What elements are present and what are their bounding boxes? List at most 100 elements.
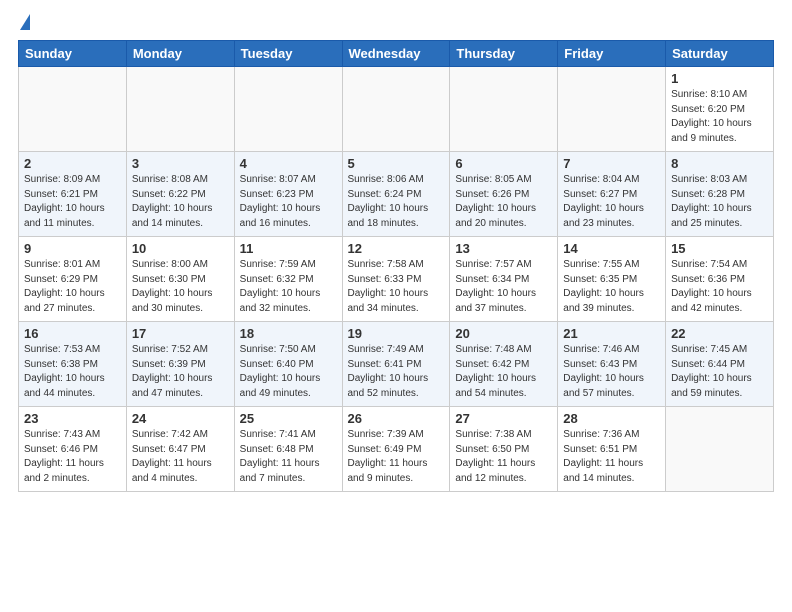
- day-info: Sunrise: 7:38 AM Sunset: 6:50 PM Dayligh…: [455, 428, 552, 486]
- header: [18, 18, 774, 30]
- calendar-cell: 15 Sunrise: 7:54 AM Sunset: 6:36 PM Dayli…: [666, 237, 774, 322]
- day-number: 9: [24, 241, 121, 256]
- calendar-week-row: 2 Sunrise: 8:09 AM Sunset: 6:21 PM Daylig…: [19, 152, 774, 237]
- calendar-cell: 4 Sunrise: 8:07 AM Sunset: 6:23 PM Daylig…: [234, 152, 342, 237]
- day-info: Sunrise: 8:01 AM Sunset: 6:29 PM Dayligh…: [24, 258, 121, 316]
- calendar-cell: [558, 67, 666, 152]
- day-number: 10: [132, 241, 229, 256]
- day-number: 6: [455, 156, 552, 171]
- day-info: Sunrise: 7:54 AM Sunset: 6:36 PM Dayligh…: [671, 258, 768, 316]
- calendar-header-row: SundayMondayTuesdayWednesdayThursdayFrid…: [19, 41, 774, 67]
- calendar-cell: 17 Sunrise: 7:52 AM Sunset: 6:39 PM Dayli…: [126, 322, 234, 407]
- calendar-cell: 21 Sunrise: 7:46 AM Sunset: 6:43 PM Dayli…: [558, 322, 666, 407]
- calendar-week-row: 23 Sunrise: 7:43 AM Sunset: 6:46 PM Dayli…: [19, 407, 774, 492]
- day-info: Sunrise: 7:58 AM Sunset: 6:33 PM Dayligh…: [348, 258, 445, 316]
- calendar-cell: [342, 67, 450, 152]
- calendar-cell: 5 Sunrise: 8:06 AM Sunset: 6:24 PM Daylig…: [342, 152, 450, 237]
- day-number: 26: [348, 411, 445, 426]
- day-number: 8: [671, 156, 768, 171]
- calendar-header-monday: Monday: [126, 41, 234, 67]
- day-info: Sunrise: 7:49 AM Sunset: 6:41 PM Dayligh…: [348, 343, 445, 401]
- day-number: 19: [348, 326, 445, 341]
- calendar-cell: 9 Sunrise: 8:01 AM Sunset: 6:29 PM Daylig…: [19, 237, 127, 322]
- logo: [18, 18, 30, 30]
- day-info: Sunrise: 7:46 AM Sunset: 6:43 PM Dayligh…: [563, 343, 660, 401]
- calendar-header-wednesday: Wednesday: [342, 41, 450, 67]
- day-info: Sunrise: 7:59 AM Sunset: 6:32 PM Dayligh…: [240, 258, 337, 316]
- day-number: 18: [240, 326, 337, 341]
- day-number: 2: [24, 156, 121, 171]
- calendar-cell: 6 Sunrise: 8:05 AM Sunset: 6:26 PM Daylig…: [450, 152, 558, 237]
- calendar-week-row: 1 Sunrise: 8:10 AM Sunset: 6:20 PM Daylig…: [19, 67, 774, 152]
- day-info: Sunrise: 7:57 AM Sunset: 6:34 PM Dayligh…: [455, 258, 552, 316]
- day-info: Sunrise: 7:50 AM Sunset: 6:40 PM Dayligh…: [240, 343, 337, 401]
- calendar-cell: [234, 67, 342, 152]
- day-info: Sunrise: 8:03 AM Sunset: 6:28 PM Dayligh…: [671, 173, 768, 231]
- calendar-header-tuesday: Tuesday: [234, 41, 342, 67]
- day-number: 23: [24, 411, 121, 426]
- calendar-cell: 12 Sunrise: 7:58 AM Sunset: 6:33 PM Dayli…: [342, 237, 450, 322]
- calendar-cell: 28 Sunrise: 7:36 AM Sunset: 6:51 PM Dayli…: [558, 407, 666, 492]
- calendar-header-thursday: Thursday: [450, 41, 558, 67]
- day-number: 16: [24, 326, 121, 341]
- calendar-cell: 16 Sunrise: 7:53 AM Sunset: 6:38 PM Dayli…: [19, 322, 127, 407]
- day-info: Sunrise: 7:55 AM Sunset: 6:35 PM Dayligh…: [563, 258, 660, 316]
- day-info: Sunrise: 8:05 AM Sunset: 6:26 PM Dayligh…: [455, 173, 552, 231]
- day-number: 1: [671, 71, 768, 86]
- day-number: 15: [671, 241, 768, 256]
- day-info: Sunrise: 7:43 AM Sunset: 6:46 PM Dayligh…: [24, 428, 121, 486]
- calendar-cell: 27 Sunrise: 7:38 AM Sunset: 6:50 PM Dayli…: [450, 407, 558, 492]
- day-info: Sunrise: 7:41 AM Sunset: 6:48 PM Dayligh…: [240, 428, 337, 486]
- calendar-cell: 25 Sunrise: 7:41 AM Sunset: 6:48 PM Dayli…: [234, 407, 342, 492]
- day-number: 27: [455, 411, 552, 426]
- day-number: 22: [671, 326, 768, 341]
- day-number: 21: [563, 326, 660, 341]
- calendar-cell: 8 Sunrise: 8:03 AM Sunset: 6:28 PM Daylig…: [666, 152, 774, 237]
- day-info: Sunrise: 7:45 AM Sunset: 6:44 PM Dayligh…: [671, 343, 768, 401]
- calendar-cell: 7 Sunrise: 8:04 AM Sunset: 6:27 PM Daylig…: [558, 152, 666, 237]
- day-info: Sunrise: 8:10 AM Sunset: 6:20 PM Dayligh…: [671, 88, 768, 146]
- calendar-week-row: 9 Sunrise: 8:01 AM Sunset: 6:29 PM Daylig…: [19, 237, 774, 322]
- day-number: 17: [132, 326, 229, 341]
- day-info: Sunrise: 7:36 AM Sunset: 6:51 PM Dayligh…: [563, 428, 660, 486]
- calendar-cell: 11 Sunrise: 7:59 AM Sunset: 6:32 PM Dayli…: [234, 237, 342, 322]
- day-number: 12: [348, 241, 445, 256]
- day-number: 5: [348, 156, 445, 171]
- calendar-cell: 20 Sunrise: 7:48 AM Sunset: 6:42 PM Dayli…: [450, 322, 558, 407]
- day-info: Sunrise: 8:07 AM Sunset: 6:23 PM Dayligh…: [240, 173, 337, 231]
- calendar-cell: 23 Sunrise: 7:43 AM Sunset: 6:46 PM Dayli…: [19, 407, 127, 492]
- logo-triangle-icon: [20, 14, 30, 30]
- calendar-cell: 22 Sunrise: 7:45 AM Sunset: 6:44 PM Dayli…: [666, 322, 774, 407]
- day-number: 3: [132, 156, 229, 171]
- calendar-cell: 19 Sunrise: 7:49 AM Sunset: 6:41 PM Dayli…: [342, 322, 450, 407]
- calendar-cell: [450, 67, 558, 152]
- calendar-header-sunday: Sunday: [19, 41, 127, 67]
- calendar-cell: 13Sunrise: 7:57 AM Sunset: 6:34 PM Dayli…: [450, 237, 558, 322]
- day-number: 4: [240, 156, 337, 171]
- day-info: Sunrise: 8:06 AM Sunset: 6:24 PM Dayligh…: [348, 173, 445, 231]
- day-number: 24: [132, 411, 229, 426]
- day-info: Sunrise: 7:42 AM Sunset: 6:47 PM Dayligh…: [132, 428, 229, 486]
- day-number: 20: [455, 326, 552, 341]
- calendar-cell: 18 Sunrise: 7:50 AM Sunset: 6:40 PM Dayli…: [234, 322, 342, 407]
- calendar: SundayMondayTuesdayWednesdayThursdayFrid…: [18, 40, 774, 492]
- calendar-cell: 1 Sunrise: 8:10 AM Sunset: 6:20 PM Daylig…: [666, 67, 774, 152]
- day-info: Sunrise: 8:00 AM Sunset: 6:30 PM Dayligh…: [132, 258, 229, 316]
- day-info: Sunrise: 8:04 AM Sunset: 6:27 PM Dayligh…: [563, 173, 660, 231]
- day-info: Sunrise: 7:53 AM Sunset: 6:38 PM Dayligh…: [24, 343, 121, 401]
- calendar-cell: [19, 67, 127, 152]
- day-number: 25: [240, 411, 337, 426]
- day-number: 28: [563, 411, 660, 426]
- day-info: Sunrise: 8:09 AM Sunset: 6:21 PM Dayligh…: [24, 173, 121, 231]
- calendar-header-friday: Friday: [558, 41, 666, 67]
- calendar-cell: 10 Sunrise: 8:00 AM Sunset: 6:30 PM Dayli…: [126, 237, 234, 322]
- day-number: 14: [563, 241, 660, 256]
- day-info: Sunrise: 7:48 AM Sunset: 6:42 PM Dayligh…: [455, 343, 552, 401]
- calendar-header-saturday: Saturday: [666, 41, 774, 67]
- day-number: 11: [240, 241, 337, 256]
- day-info: Sunrise: 7:52 AM Sunset: 6:39 PM Dayligh…: [132, 343, 229, 401]
- day-info: Sunrise: 7:39 AM Sunset: 6:49 PM Dayligh…: [348, 428, 445, 486]
- day-number: 7: [563, 156, 660, 171]
- day-info: Sunrise: 8:08 AM Sunset: 6:22 PM Dayligh…: [132, 173, 229, 231]
- calendar-cell: 2 Sunrise: 8:09 AM Sunset: 6:21 PM Daylig…: [19, 152, 127, 237]
